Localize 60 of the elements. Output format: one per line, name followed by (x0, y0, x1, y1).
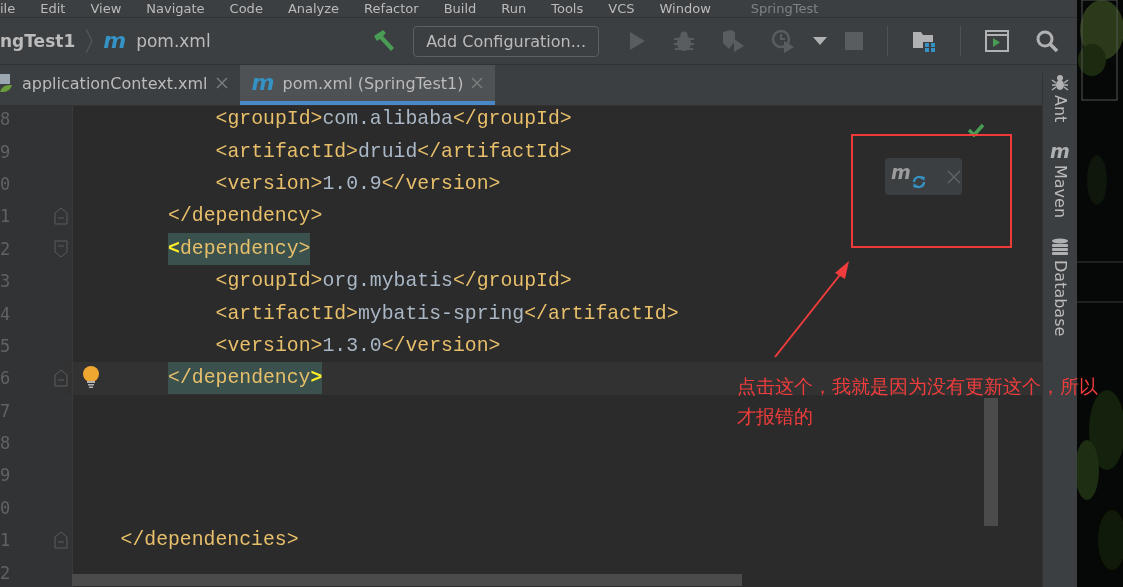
fold-icon[interactable] (54, 531, 68, 550)
ant-icon (1051, 73, 1069, 91)
terminal-run-icon[interactable] (985, 30, 1009, 52)
run-icon[interactable] (627, 30, 647, 52)
editor-tab[interactable]: m pom.xml (SpringTest1) (239, 65, 496, 105)
menu-item[interactable]: Analyze (287, 1, 340, 16)
menu-item[interactable]: VCS (608, 1, 635, 16)
menu-item[interactable]: Edit (40, 1, 66, 16)
breadcrumb-project[interactable]: ngTest1 (0, 31, 76, 51)
chevron-icon (85, 28, 94, 54)
checkmark-icon (967, 123, 985, 137)
tool-window-button[interactable]: Database (1050, 238, 1070, 337)
close-icon[interactable] (946, 169, 961, 184)
menu-item[interactable]: Run (501, 1, 527, 16)
fold-icon[interactable] (54, 207, 68, 226)
code-line: </dependency> (168, 204, 323, 230)
close-icon[interactable] (471, 77, 484, 89)
code-line: <artifactId>druid</artifactId> (215, 139, 572, 165)
search-icon[interactable] (1035, 29, 1059, 53)
menu-item[interactable]: ile (0, 1, 16, 16)
menu-item[interactable]: Window (659, 1, 711, 16)
annotation-text: 点击这个，我就是因为没有更新这个，所以才报错的 (737, 374, 1099, 429)
tool-window-button[interactable]: Ant (1050, 73, 1070, 123)
add-configuration-button[interactable]: Add Configuration... (413, 25, 599, 57)
maven-icon[interactable]: m (891, 163, 911, 182)
maven-icon: m (103, 30, 127, 52)
scrollbar[interactable] (984, 398, 998, 526)
stop-icon[interactable] (845, 32, 863, 50)
fold-icon[interactable] (54, 239, 68, 258)
editor-tab[interactable]: applicationContext.xml (0, 65, 240, 105)
shield-play-icon[interactable] (721, 29, 745, 53)
clock-play-icon[interactable] (771, 29, 795, 53)
code-line: <groupId>com.alibaba</groupId> (215, 107, 572, 133)
menu-item[interactable]: Code (229, 1, 263, 16)
lightbulb-icon[interactable] (82, 366, 100, 389)
fold-icon[interactable] (54, 369, 68, 388)
code-editor[interactable] (0, 106, 1042, 587)
refresh-icon[interactable] (910, 173, 927, 190)
dropdown-caret-icon[interactable] (813, 37, 827, 45)
menu-item[interactable]: Refactor (364, 1, 419, 16)
scrollbar[interactable] (72, 574, 742, 586)
code-line: <artifactId>mybatis-spring</artifactId> (215, 301, 679, 327)
code-line: <version>1.0.9</version> (215, 171, 501, 197)
menu-item[interactable]: Tools (551, 1, 584, 16)
bug-icon[interactable] (673, 30, 695, 52)
tool-window-button[interactable]: m Maven (1050, 142, 1070, 219)
folder-icon[interactable] (912, 30, 936, 52)
window-title: SpringTest (750, 1, 819, 16)
breadcrumb-file[interactable]: pom.xml (136, 31, 211, 51)
code-line: </dependencies> (120, 528, 299, 554)
database-icon (1051, 238, 1069, 257)
code-line: <version>1.3.0</version> (215, 333, 501, 359)
maven-icon: m (251, 72, 275, 94)
code-line: <groupId>org.mybatis</groupId> (215, 269, 572, 295)
maven-icon: m (1050, 142, 1070, 162)
menu-item[interactable]: View (90, 1, 122, 16)
menu-item[interactable]: Build (443, 1, 477, 16)
xml-file-icon (0, 72, 14, 94)
close-icon[interactable] (215, 77, 228, 89)
menu-item[interactable]: Navigate (146, 1, 205, 16)
